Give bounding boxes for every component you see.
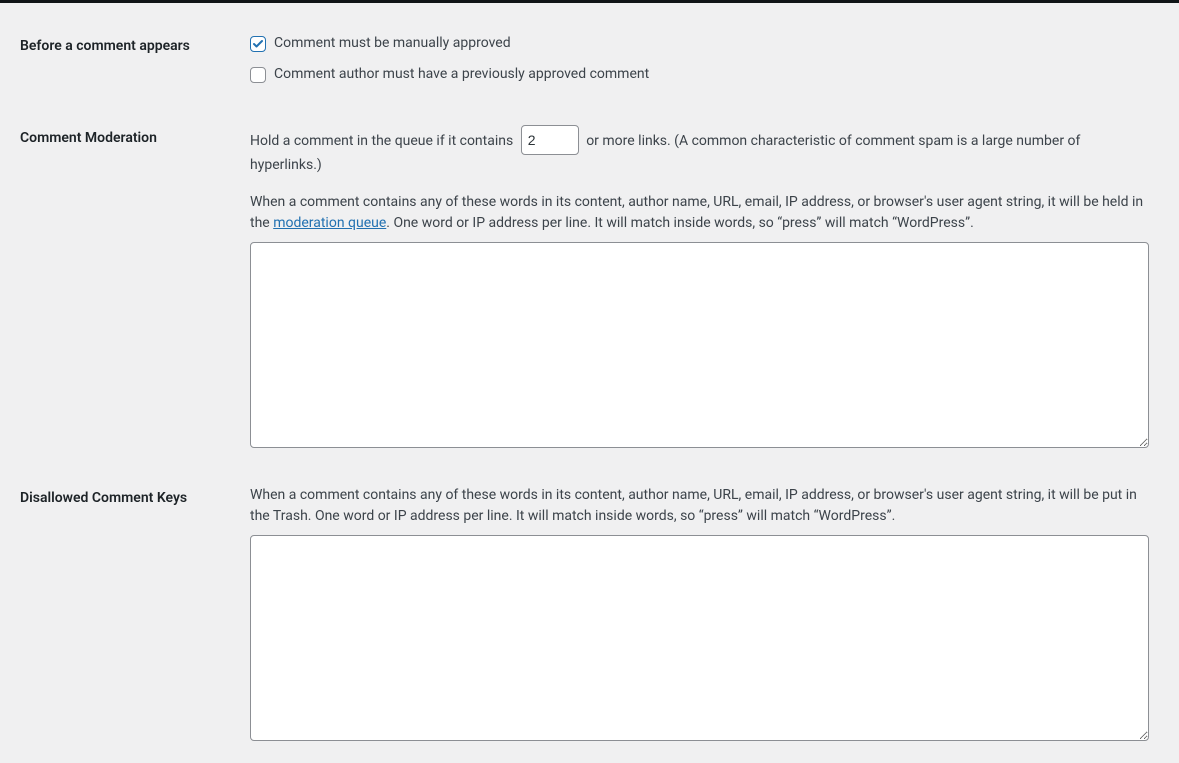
check-icon: [252, 38, 264, 50]
row-before-comment-appears: Before a comment appears Comment must be…: [20, 18, 1159, 110]
moderation-help: When a comment contains any of these wor…: [250, 192, 1149, 234]
row-comment-moderation: Comment Moderation Hold a comment in the…: [20, 110, 1159, 470]
option-manual-approve: Comment must be manually approved: [250, 33, 1149, 54]
max-links-input[interactable]: [521, 125, 579, 155]
checkbox-manual-approve[interactable]: [250, 36, 266, 52]
heading-comment-moderation: Comment Moderation: [20, 110, 240, 470]
settings-form: Before a comment appears Comment must be…: [0, 0, 1179, 763]
option-prev-approved: Comment author must have a previously ap…: [250, 64, 1149, 85]
cell-disallowed-keys: When a comment contains any of these wor…: [240, 470, 1159, 763]
disallowed-help: When a comment contains any of these wor…: [250, 485, 1149, 527]
cell-before-comment-appears: Comment must be manually approved Commen…: [240, 18, 1159, 110]
hold-links-sentence: Hold a comment in the queue if it contai…: [250, 125, 1149, 176]
form-table: Before a comment appears Comment must be…: [20, 18, 1159, 763]
moderation-help-post: . One word or IP address per line. It wi…: [386, 215, 973, 231]
hold-links-pre: Hold a comment in the queue if it contai…: [250, 133, 513, 149]
cell-comment-moderation: Hold a comment in the queue if it contai…: [240, 110, 1159, 470]
label-manual-approve[interactable]: Comment must be manually approved: [274, 33, 511, 54]
checkbox-prev-approved[interactable]: [250, 67, 266, 83]
row-disallowed-keys: Disallowed Comment Keys When a comment c…: [20, 470, 1159, 763]
label-prev-approved[interactable]: Comment author must have a previously ap…: [274, 64, 649, 85]
disallowed-keys-textarea[interactable]: [250, 535, 1149, 741]
heading-before-comment-appears: Before a comment appears: [20, 18, 240, 110]
moderation-keys-textarea[interactable]: [250, 242, 1149, 448]
moderation-queue-link[interactable]: moderation queue: [273, 215, 386, 231]
window-top-bar: [0, 0, 1179, 3]
heading-disallowed-keys: Disallowed Comment Keys: [20, 470, 240, 763]
